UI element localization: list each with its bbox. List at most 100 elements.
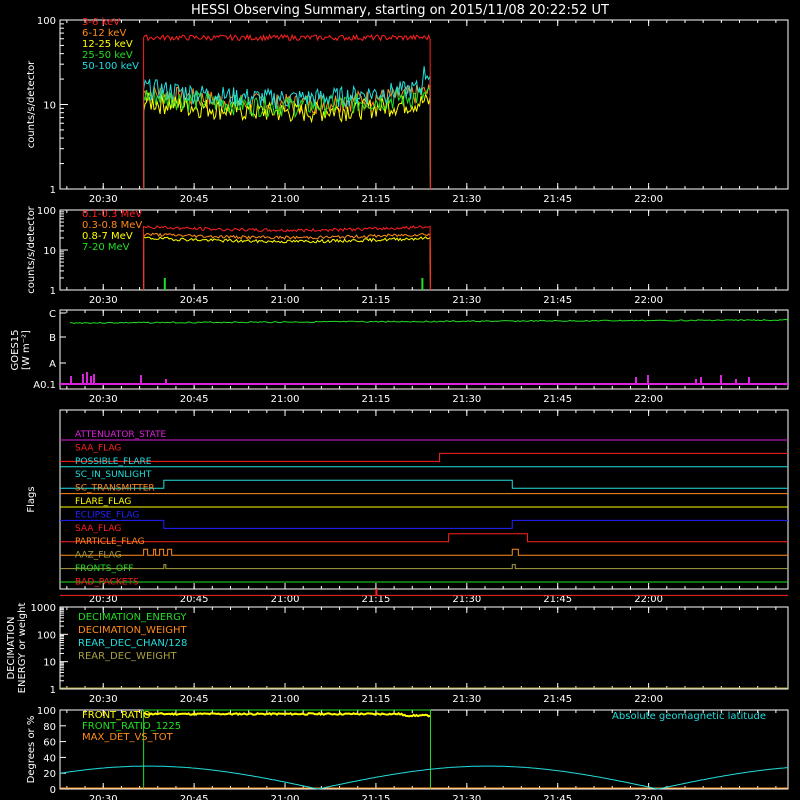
panel3-goes-spike xyxy=(82,374,84,384)
panel3-ylabel-line2: [W m⁻²] xyxy=(21,330,32,370)
panel2-legend-0: 0.1-0.3 MeV xyxy=(82,209,142,220)
panel2-spike xyxy=(163,277,166,290)
panel3-goes-spike xyxy=(700,377,702,384)
panel1-xlabel: 21:30 xyxy=(452,194,481,205)
flag-label-1: SAA_FLAG xyxy=(75,443,121,453)
flag-line-9 xyxy=(60,564,788,570)
panel2-legend-1: 0.3-0.8 MeV xyxy=(82,220,142,231)
panel6-ylabel-tick: 40 xyxy=(43,753,56,764)
panel1-legend-2: 12-25 keV xyxy=(82,39,133,50)
panel6-ylabel-tick: 20 xyxy=(43,769,56,780)
panel2-ylabel: counts/s/detector xyxy=(26,205,37,293)
panel3-goes-spike xyxy=(86,372,88,384)
panel1-xlabel: 20:45 xyxy=(180,194,209,205)
panel6-xlabel: 20:45 xyxy=(180,794,209,800)
panel2-xlabel: 20:30 xyxy=(89,295,118,306)
panel3-xlabel: 21:45 xyxy=(543,394,572,405)
panel5-ylabel-tick: 100 xyxy=(37,630,56,641)
panel3-xlabel: 21:30 xyxy=(452,394,481,405)
panel2-ylabel-tick: 100 xyxy=(37,206,56,217)
panel6-legend-0: FRONT_RATIO xyxy=(82,710,151,721)
panel6-legend-1: FRONT_RATIO_1225 xyxy=(82,721,181,732)
panel1-series-line xyxy=(143,66,431,190)
panel2-legend-2: 0.8-7 MeV xyxy=(82,231,133,242)
flag-line-8 xyxy=(60,548,788,556)
panel1-xlabel: 21:15 xyxy=(362,194,391,205)
panel2-xlabel: 22:00 xyxy=(634,295,663,306)
panel3-goes-spike xyxy=(695,379,697,384)
panel6-front-ratio-1225 xyxy=(143,709,431,789)
panel6-ylabel-tick: 100 xyxy=(37,706,56,717)
flag-label-9: AAZ_FLAG xyxy=(75,551,122,561)
panel5-xlabel: 21:45 xyxy=(543,694,572,705)
panel3-goes-spike xyxy=(165,379,167,384)
flag-label-8: PARTICLE_FLAG xyxy=(75,537,145,547)
panel1-ylabel: counts/s/detector xyxy=(26,60,37,148)
panel5-ylabel-line2: ENERGY or weight xyxy=(17,603,28,694)
panel5-legend-1: DECIMATION_WEIGHT xyxy=(78,625,187,636)
flag-line-11 xyxy=(60,588,788,596)
hessi-summary: HESSI Observing Summary, starting on 201… xyxy=(0,0,800,800)
panel6-geomag-latitude xyxy=(59,765,789,790)
panel5-xlabel: 20:30 xyxy=(89,694,118,705)
panel3-goes-spike xyxy=(90,376,92,384)
panel1-ylabel-tick: 10 xyxy=(43,101,56,112)
panel5-legend-2: REAR_DEC_CHAN/128 xyxy=(78,638,187,649)
panel6-ylabel-tick: 80 xyxy=(43,722,56,733)
flag-label-11: BAD_PACKETS xyxy=(75,577,139,587)
panel2-xlabel: 21:30 xyxy=(452,295,481,306)
flags-frame xyxy=(59,409,789,590)
panel5-ylabel-line1: DECIMATION xyxy=(6,616,17,679)
panel1-xlabel: 20:30 xyxy=(89,194,118,205)
flag-line-7 xyxy=(60,533,788,543)
panel3-goes-spike xyxy=(93,374,95,384)
panel2-ylabel-tick: 1 xyxy=(50,286,56,297)
panel1-series-line xyxy=(143,92,431,190)
panel1-legend-3: 25-50 keV xyxy=(82,50,133,61)
panel1-frame xyxy=(59,19,789,190)
flag-line-1 xyxy=(60,452,788,462)
panel5-xlabel: 22:00 xyxy=(634,694,663,705)
panel3-goes-spike xyxy=(647,375,649,384)
panel3-ylabel-tick: C xyxy=(49,309,56,320)
panel5-legend-3: REAR_DEC_WEIGHT xyxy=(78,651,177,662)
panel5-ylabel-tick: 1 xyxy=(50,685,56,696)
panel1-ylabel-tick: 100 xyxy=(37,16,56,27)
panel2-series-line xyxy=(143,235,431,291)
panel3-goes-spike xyxy=(735,379,737,384)
panel6-ylabel-tick: 0 xyxy=(50,785,56,796)
panel5-xlabel: 21:15 xyxy=(362,694,391,705)
panel3-ylabel-tick: A xyxy=(49,359,56,370)
panel6-annotation: Absolute geomagnetic latitude xyxy=(612,711,766,722)
panel6-ylabel: Degrees or % xyxy=(26,716,37,784)
panel3-xlabel: 21:00 xyxy=(271,394,300,405)
panel2-frame xyxy=(59,209,789,291)
panel1-xlabel: 21:00 xyxy=(271,194,300,205)
panel2-xlabel: 20:45 xyxy=(180,295,209,306)
panel5-ylabel-tick: 10 xyxy=(43,658,56,669)
panel5-legend-0: DECIMATION_ENERGY xyxy=(78,612,187,623)
panel1-xlabel: 21:45 xyxy=(543,194,572,205)
panel3-ylabel-tick: B xyxy=(49,333,56,344)
flag-label-0: ATTENUATOR_STATE xyxy=(75,430,167,440)
panel6-xlabel: 21:15 xyxy=(362,794,391,800)
panel3-goes-spike xyxy=(140,375,142,384)
panel6-xlabel: 21:45 xyxy=(543,794,572,800)
panel2-spike xyxy=(421,277,424,290)
panel5-xlabel: 21:00 xyxy=(271,694,300,705)
panel1-legend-4: 50-100 keV xyxy=(82,61,139,72)
panel2-xlabel: 21:45 xyxy=(543,295,572,306)
flag-label-6: ECLIPSE_FLAG xyxy=(75,510,139,520)
panel6-xlabel: 20:30 xyxy=(89,794,118,800)
flag-label-2: POSSIBLE_FLARE xyxy=(75,457,152,467)
flag-label-10: FRONTS_OFF xyxy=(75,564,133,574)
panel3-goes-spike xyxy=(748,377,750,384)
panel6-front-ratio xyxy=(143,711,431,718)
flag-label-3: SC_IN_SUNLIGHT xyxy=(75,470,152,480)
panel6-ylabel-tick: 60 xyxy=(43,738,56,749)
flags-ylabel: Flags xyxy=(26,486,37,512)
flag-line-6 xyxy=(60,519,788,529)
panel1-legend-1: 6-12 keV xyxy=(82,28,126,39)
panel3-goes-long xyxy=(69,318,789,325)
panel3-xlabel: 21:15 xyxy=(362,394,391,405)
